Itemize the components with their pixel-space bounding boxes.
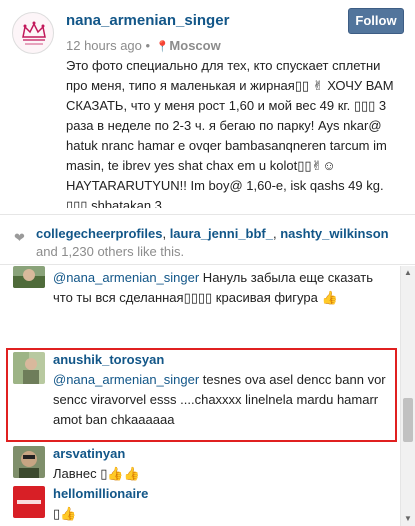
comment-text: Лавнес ▯👍👍 bbox=[53, 466, 140, 481]
avatar[interactable] bbox=[13, 446, 45, 478]
likes-section: ❤ collegecheerprofiles, laura_jenni_bbf_… bbox=[0, 215, 415, 265]
heart-icon: ❤ bbox=[14, 230, 25, 245]
comment-username[interactable]: arsvatinyan bbox=[53, 444, 393, 464]
post-location[interactable]: Moscow bbox=[169, 38, 220, 53]
avatar[interactable] bbox=[13, 266, 45, 288]
comment-text: ▯👍 bbox=[53, 506, 77, 521]
avatar[interactable] bbox=[12, 12, 54, 54]
liker-link[interactable]: nashty_wilkinson bbox=[280, 226, 388, 241]
comment-mention[interactable]: @nana_armenian_singer bbox=[53, 270, 199, 285]
post-meta: 12 hours ago • 📍Moscow bbox=[66, 38, 221, 53]
comment-list[interactable]: @nana_armenian_singer Нануль забыла еще … bbox=[0, 266, 400, 526]
liker-link[interactable]: laura_jenni_bbf_ bbox=[170, 226, 273, 241]
post-username[interactable]: nana_armenian_singer bbox=[66, 12, 229, 29]
comment-body: arsvatinyan Лавнес ▯👍👍 bbox=[53, 444, 393, 484]
comment-username[interactable]: hellomillionaire bbox=[53, 484, 393, 504]
post-header: nana_armenian_singer 12 hours ago • 📍Mos… bbox=[0, 0, 415, 215]
post-caption: Это фото специально для тех, кто спускае… bbox=[66, 58, 394, 208]
likes-text: collegecheerprofiles, laura_jenni_bbf_, … bbox=[36, 226, 389, 259]
likes-count: and 1,230 others like this. bbox=[36, 244, 185, 259]
location-separator: • bbox=[145, 38, 151, 53]
scroll-down-arrow-icon[interactable]: ▼ bbox=[401, 512, 415, 526]
liker-link[interactable]: collegecheerprofiles bbox=[36, 226, 162, 241]
crown-logo-icon bbox=[22, 21, 46, 45]
scrollbar[interactable]: ▲ ▼ bbox=[400, 266, 415, 526]
highlight-box bbox=[6, 348, 397, 442]
scroll-up-arrow-icon[interactable]: ▲ bbox=[401, 266, 415, 280]
comment-body: @nana_armenian_singer Нануль забыла еще … bbox=[53, 268, 393, 308]
avatar[interactable] bbox=[13, 486, 45, 518]
location-pin-icon: 📍 bbox=[155, 41, 170, 53]
scroll-thumb[interactable] bbox=[403, 398, 413, 442]
follow-button[interactable]: Follow bbox=[348, 8, 404, 34]
comment-body: hellomillionaire ▯👍 bbox=[53, 484, 393, 524]
post-time[interactable]: 12 hours ago bbox=[66, 38, 142, 53]
